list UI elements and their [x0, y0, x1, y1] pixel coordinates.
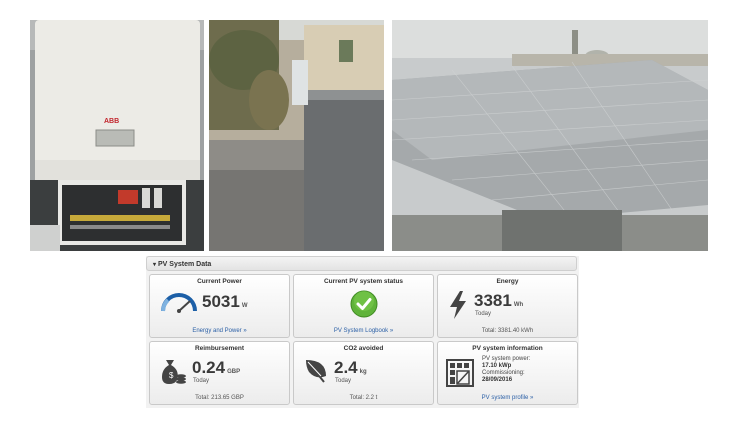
tile-co2-avoided: CO2 avoided 2.4 kg Today Total: 2.2 t	[293, 341, 434, 405]
photo-rooftop-equipment	[209, 20, 384, 251]
inverter-illustration	[30, 20, 204, 251]
tile-reimbursement: Reimbursement $ 0.24 GBP Today Total: 213…	[149, 341, 290, 405]
pv-power-label: PV system power:	[482, 356, 531, 362]
tile-title: CO2 avoided	[343, 345, 384, 352]
leaf-icon	[306, 360, 326, 383]
energy-total: Total: 3381.40 kWh	[481, 328, 534, 334]
co2-value: 2.4 kg	[334, 358, 367, 378]
solar-panels-illustration	[392, 20, 708, 251]
commissioning-label: Commissioning:	[482, 370, 525, 376]
photo-inverter: ABB	[30, 20, 204, 251]
energy-unit: Wh	[513, 302, 524, 308]
photo-solar-panels	[392, 20, 708, 251]
reimbursement-unit: GBP	[227, 369, 241, 375]
co2-unit: kg	[359, 369, 367, 375]
tile-title: Energy	[496, 278, 519, 285]
co2-total: Total: 2.2 t	[349, 395, 378, 401]
tile-title: Current PV system status	[323, 278, 404, 285]
speedometer-icon	[161, 293, 197, 313]
tile-current-power: Current Power 5031 W Energy and Power »	[149, 274, 290, 338]
energy-period: Today	[475, 311, 492, 317]
current-power-value: 5031 W	[202, 292, 248, 312]
pv-system-data-panel: ▾ PV System Data Current Power 5031 W Ener…	[146, 256, 579, 408]
co2-number: 2.4	[334, 358, 358, 377]
energy-number: 3381	[474, 291, 512, 310]
tile-title: PV system information	[472, 345, 543, 352]
commissioning-value: 28/09/2016	[482, 377, 513, 383]
tile-energy: Energy 3381 Wh Today Total: 3381.40 kWh	[437, 274, 578, 338]
pv-system-logbook-link[interactable]: PV System Logbook »	[294, 328, 433, 334]
panel-title: PV System Data	[158, 261, 212, 268]
energy-value: 3381 Wh	[474, 291, 523, 311]
tile-system-status: Current PV system status PV System Logbo…	[293, 274, 434, 338]
reimbursement-value: 0.24 GBP	[192, 358, 240, 378]
reimbursement-number: 0.24	[192, 358, 226, 377]
money-bag-icon: $	[162, 360, 186, 384]
current-power-number: 5031	[202, 292, 240, 311]
tile-pv-system-information: PV system information PV system power: 1…	[437, 341, 578, 405]
rooftop-illustration	[209, 20, 384, 251]
co2-period: Today	[335, 378, 352, 384]
current-power-unit: W	[241, 303, 248, 309]
tile-title: Reimbursement	[194, 345, 245, 352]
reimbursement-total: Total: 213.65 GBP	[195, 395, 244, 401]
lightning-icon	[450, 291, 466, 319]
tile-title: Current Power	[197, 278, 242, 285]
reimbursement-period: Today	[193, 378, 210, 384]
pv-system-profile-link[interactable]: PV system profile »	[438, 395, 577, 401]
panel-header[interactable]: ▾ PV System Data	[146, 256, 577, 271]
inverter-brand-label: ABB	[104, 118, 120, 125]
svg-text:$: $	[169, 371, 174, 380]
pv-system-info-text: PV system power: 17.10 kWp Commissioning…	[482, 356, 530, 384]
building-solar-icon	[446, 359, 474, 387]
energy-and-power-link[interactable]: Energy and Power »	[150, 328, 289, 334]
collapse-caret-icon[interactable]: ▾	[153, 262, 156, 268]
pv-power-value: 17.10 kWp	[482, 363, 512, 369]
status-ok-check-icon	[350, 290, 378, 318]
